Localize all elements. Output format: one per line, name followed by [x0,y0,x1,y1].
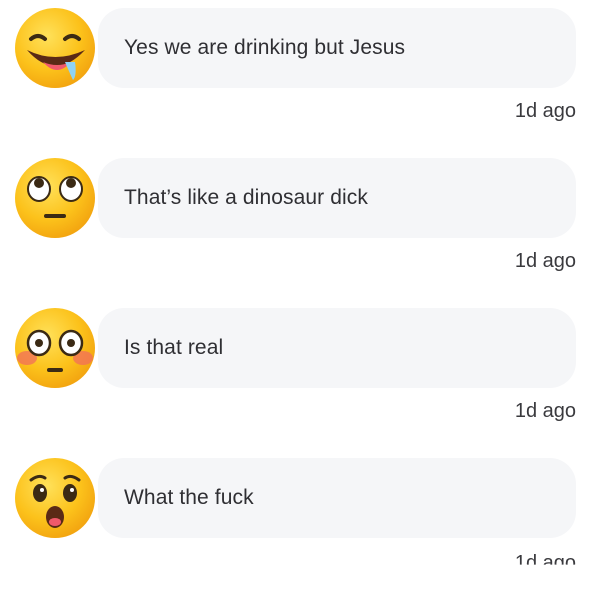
message-bubble[interactable]: What the fuck [98,458,576,538]
message-text: Yes we are drinking but Jesus [124,36,406,59]
message-timestamp: 1d ago [514,552,576,574]
message-bubble[interactable]: Yes we are drinking but Jesus [98,8,576,88]
message-item: What the fuck 1d ago [0,456,600,606]
message-bubble[interactable]: Is that real [98,308,576,388]
message-item: That’s like a dinosaur dick 1d ago [0,156,600,306]
message-bubble[interactable]: That’s like a dinosaur dick [98,158,576,238]
message-item: Yes we are drinking but Jesus 1d ago [0,6,600,156]
flushed-face-icon [13,306,97,390]
message-timestamp: 1d ago [514,400,576,422]
message-text: Is that real [124,336,224,359]
message-timestamp: 1d ago [514,250,576,272]
message-item: Is that real 1d ago [0,306,600,456]
eye-roll-face-icon [13,156,97,240]
message-text: What the fuck [124,486,254,509]
astonished-face-icon [13,456,97,540]
message-text: That’s like a dinosaur dick [124,186,368,209]
message-timestamp: 1d ago [514,100,576,122]
drooling-face-icon [13,6,97,90]
message-thread: Yes we are drinking but Jesus 1d ago Tha… [0,0,600,603]
